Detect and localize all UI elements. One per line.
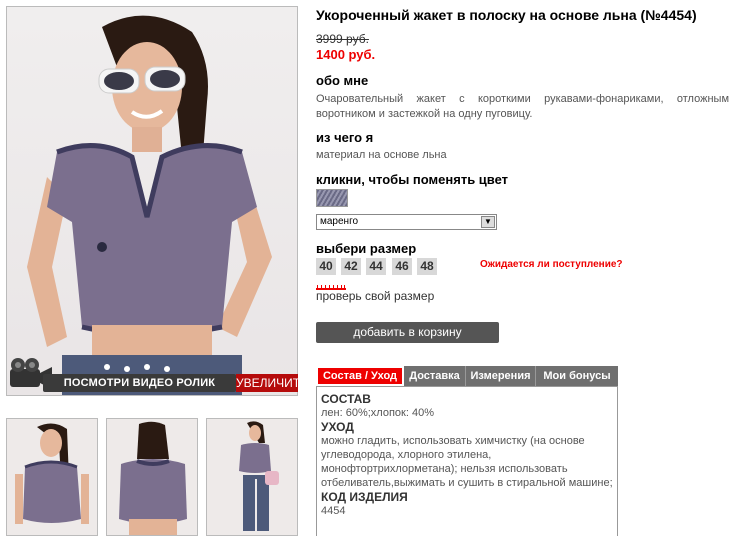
color-select-value: маренго bbox=[320, 216, 359, 227]
tab-panel: СОСТАВ лен: 60%;хлопок: 40% УХОД можно г… bbox=[316, 386, 618, 536]
thumbnail-front[interactable] bbox=[6, 418, 98, 536]
material-heading: из чего я bbox=[316, 130, 374, 145]
thumbnail-back[interactable] bbox=[106, 418, 198, 536]
media-controls: ПОСМОТРИ ВИДЕО РОЛИК УВЕЛИЧИТЬ bbox=[6, 355, 308, 397]
thumbnail-image bbox=[239, 421, 279, 531]
add-to-cart-button[interactable]: добавить в корзину bbox=[316, 322, 499, 343]
product-title: Укороченный жакет в полоску на основе ль… bbox=[316, 7, 697, 23]
thumbnail-full-body[interactable] bbox=[206, 418, 298, 536]
info-tabs: Состав / Уход Доставка Измерения Мои бон… bbox=[316, 366, 618, 386]
tab-delivery[interactable]: Доставка bbox=[404, 366, 466, 386]
sale-price: 1400 руб. bbox=[316, 47, 376, 62]
size-option[interactable]: 48 bbox=[417, 258, 437, 275]
about-description: Очаровательный жакет с короткими рукавам… bbox=[316, 93, 729, 120]
care-text: можно гладить, использовать химчистку (н… bbox=[321, 435, 613, 489]
thumbnail-image bbox=[15, 423, 89, 524]
size-option[interactable]: 44 bbox=[366, 258, 386, 275]
tab-measurements[interactable]: Измерения bbox=[466, 366, 536, 386]
tab-bonuses[interactable]: Мои бонусы bbox=[536, 366, 618, 386]
size-heading: выбери размер bbox=[316, 241, 417, 256]
availability-link[interactable]: Ожидается ли поступление? bbox=[480, 259, 623, 270]
composition-text: лен: 60%;хлопок: 40% bbox=[321, 407, 434, 419]
size-option[interactable]: 46 bbox=[392, 258, 412, 275]
thumbnail-image bbox=[119, 421, 187, 535]
color-heading: кликни, чтобы поменять цвет bbox=[316, 172, 509, 187]
watch-video-button[interactable]: ПОСМОТРИ ВИДЕО РОЛИК bbox=[43, 374, 236, 392]
old-price: 3999 руб. bbox=[316, 32, 369, 46]
size-option[interactable]: 42 bbox=[341, 258, 361, 275]
check-size-link[interactable]: проверь свой размер bbox=[316, 289, 434, 303]
zoom-button[interactable]: УВЕЛИЧИТЬ bbox=[236, 374, 308, 392]
care-heading: УХОД bbox=[321, 420, 354, 434]
item-code-heading: КОД ИЗДЕЛИЯ bbox=[321, 490, 408, 504]
tab-composition-care[interactable]: Состав / Уход bbox=[316, 366, 404, 386]
model-illustration bbox=[27, 15, 272, 395]
size-option[interactable]: 40 bbox=[316, 258, 336, 275]
main-product-photo[interactable] bbox=[6, 6, 298, 396]
material-description: материал на основе льна bbox=[316, 149, 447, 161]
item-code: 4454 bbox=[321, 505, 346, 517]
chevron-down-icon[interactable]: ▼ bbox=[481, 216, 495, 228]
color-swatch[interactable] bbox=[316, 189, 348, 207]
color-select[interactable]: маренго ▼ bbox=[316, 214, 497, 230]
about-heading: обо мне bbox=[316, 73, 369, 88]
composition-heading: СОСТАВ bbox=[321, 392, 371, 406]
